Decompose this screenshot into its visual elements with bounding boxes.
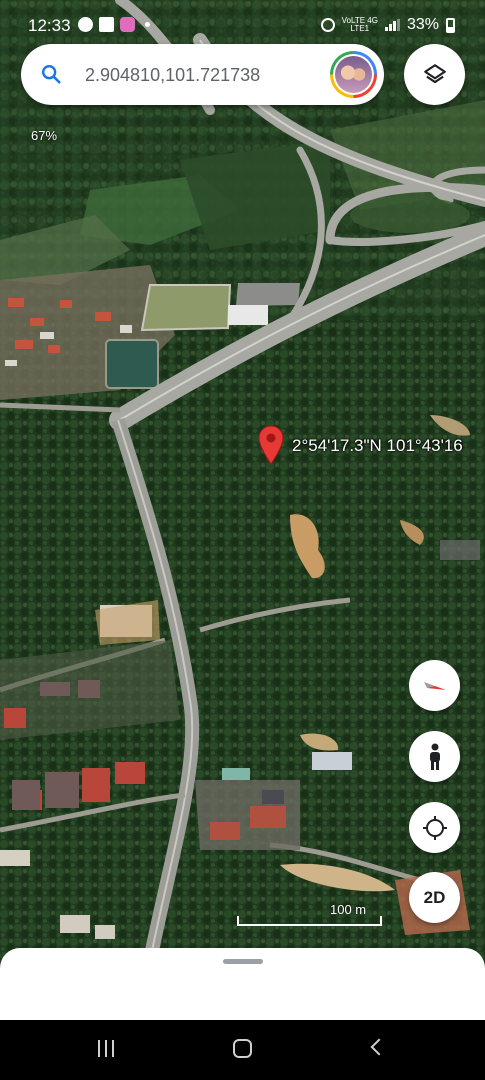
layers-button[interactable]	[404, 44, 465, 105]
avatar-photo	[335, 56, 372, 93]
dot-icon	[145, 22, 150, 27]
search-input[interactable]	[85, 62, 315, 88]
status-time: 12:33	[28, 16, 71, 35]
search-bar[interactable]	[21, 44, 384, 105]
alarm-icon	[320, 18, 335, 32]
notification-icons	[78, 17, 150, 32]
system-status: VoLTE 4G LTE1 33%	[320, 16, 455, 34]
scale-bar	[237, 916, 382, 926]
zoom-level: 67%	[31, 128, 58, 143]
recents-button[interactable]	[98, 1040, 114, 1057]
search-icon[interactable]	[40, 63, 62, 85]
volte-icon: VoLTE 4G LTE1	[342, 17, 378, 33]
pin-coordinates-label[interactable]: 2°54'17.3"N 101°43'16	[292, 436, 463, 456]
whatsapp-icon	[78, 17, 93, 32]
gallery-icon	[99, 17, 114, 32]
scale-label: 100 m	[330, 902, 367, 917]
signal-icon	[384, 19, 400, 31]
view-mode-label: 2D	[423, 887, 446, 907]
back-button[interactable]	[370, 1038, 388, 1056]
cat-app-icon	[120, 17, 135, 32]
my-location-icon	[422, 815, 447, 840]
battery-icon	[446, 17, 455, 33]
satellite-map[interactable]	[0, 0, 485, 1000]
layers-icon	[423, 63, 446, 83]
street-view-button[interactable]	[409, 731, 460, 782]
network-bottom-label: LTE1	[350, 24, 370, 33]
bottom-sheet[interactable]	[0, 948, 485, 1020]
home-button[interactable]	[233, 1039, 252, 1058]
drag-handle[interactable]	[223, 959, 263, 964]
battery-percent: 33%	[406, 16, 439, 33]
compass-icon	[423, 681, 446, 690]
account-avatar[interactable]	[330, 51, 377, 98]
compass-button[interactable]	[409, 660, 460, 711]
my-location-button[interactable]	[409, 802, 460, 853]
view-mode-2d-button[interactable]: 2D	[409, 872, 460, 923]
system-nav-bar	[0, 1020, 485, 1080]
location-pin-icon[interactable]	[258, 425, 284, 465]
pegman-icon	[429, 743, 440, 770]
